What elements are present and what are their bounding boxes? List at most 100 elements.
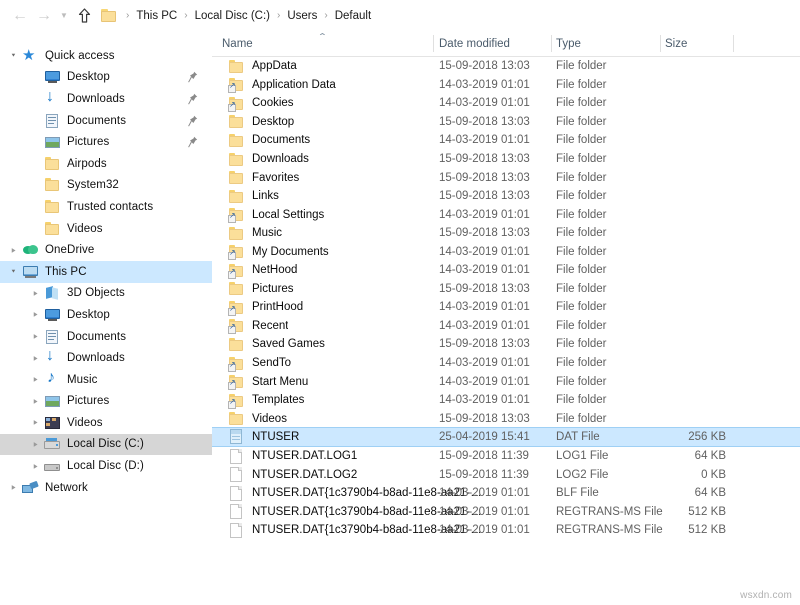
table-row[interactable]: Local Settings14-03-2019 01:01File folde… [212, 205, 800, 224]
sidebar-item-videos[interactable]: Videos [0, 218, 212, 240]
download-icon [43, 350, 62, 366]
breadcrumb-item-default[interactable]: Default [333, 9, 373, 23]
column-divider[interactable] [660, 35, 661, 52]
chevron-right-icon[interactable] [28, 355, 43, 362]
table-row[interactable]: Links15-09-2018 13:03File folder [212, 187, 800, 206]
column-divider[interactable] [551, 35, 552, 52]
sidebar-item-pictures[interactable]: Pictures [0, 131, 212, 153]
address-bar[interactable]: ›This PC›Local Disc (C:)›Users›Default [100, 5, 800, 27]
shortcut-overlay-icon [228, 215, 236, 223]
table-row[interactable]: NTUSER.DAT{1c3790b4-b8ad-11e8-aa21-…14-0… [212, 521, 800, 540]
chevron-right-icon[interactable] [28, 398, 43, 405]
arrow-up-icon[interactable] [72, 4, 96, 28]
sidebar-item-downloads[interactable]: Downloads [0, 88, 212, 110]
chevron-right-icon[interactable] [28, 419, 43, 426]
sidebar-item-trusted-contacts[interactable]: Trusted contacts [0, 196, 212, 218]
table-row[interactable]: Templates14-03-2019 01:01File folder [212, 391, 800, 410]
table-row[interactable]: NTUSER.DAT{1c3790b4-b8ad-11e8-aa21-…14-0… [212, 484, 800, 503]
table-row[interactable]: Music15-09-2018 13:03File folder [212, 224, 800, 243]
sidebar-item-documents[interactable]: Documents [0, 326, 212, 348]
table-row[interactable]: Cookies14-03-2019 01:01File folder [212, 94, 800, 113]
sidebar-item-label: Videos [67, 223, 103, 235]
sidebar-item-airpods[interactable]: Airpods [0, 153, 212, 175]
sidebar-item-system32[interactable]: System32 [0, 175, 212, 197]
chevron-down-icon[interactable] [6, 52, 21, 59]
table-row[interactable]: NTUSER.DAT.LOG115-09-2018 11:39LOG1 File… [212, 447, 800, 466]
column-header-type[interactable]: Type [556, 31, 581, 56]
sidebar-item-desktop[interactable]: Desktop [0, 304, 212, 326]
table-row[interactable]: NTUSER.DAT.LOG215-09-2018 11:39LOG2 File… [212, 465, 800, 484]
date-modified-cell: 14-03-2019 01:01 [439, 487, 530, 499]
column-header-name[interactable]: Name [222, 31, 253, 56]
table-row[interactable]: SendTo14-03-2019 01:01File folder [212, 354, 800, 373]
table-row[interactable]: Favorites15-09-2018 13:03File folder [212, 168, 800, 187]
sidebar-item-network[interactable]: Network [0, 477, 212, 499]
table-row[interactable]: My Documents14-03-2019 01:01File folder [212, 242, 800, 261]
file-name-cell: NTUSER.DAT.LOG1 [252, 450, 357, 462]
pin-icon[interactable] [188, 71, 198, 83]
sidebar-item-onedrive[interactable]: OneDrive [0, 239, 212, 261]
breadcrumb-item-users[interactable]: Users [285, 9, 319, 23]
sidebar-item-local-disc-c[interactable]: Local Disc (C:) [0, 434, 212, 456]
table-row[interactable]: Start Menu14-03-2019 01:01File folder [212, 372, 800, 391]
navigation-pane[interactable]: Quick accessDesktopDownloadsDocumentsPic… [0, 31, 212, 605]
sidebar-item-local-disc-d[interactable]: Local Disc (D:) [0, 455, 212, 477]
sidebar-item-this-pc[interactable]: This PC [0, 261, 212, 283]
file-rows-container[interactable]: AppData15-09-2018 13:03File folderApplic… [212, 57, 800, 605]
sidebar-item-quick-access[interactable]: Quick access [0, 45, 212, 67]
date-modified-cell: 15-09-2018 13:03 [439, 338, 530, 350]
chevron-right-icon[interactable] [6, 484, 21, 491]
table-row[interactable]: Saved Games15-09-2018 13:03File folder [212, 335, 800, 354]
table-row[interactable]: AppData15-09-2018 13:03File folder [212, 57, 800, 76]
column-header-label: Date modified [439, 38, 510, 50]
table-row[interactable]: Downloads15-09-2018 13:03File folder [212, 150, 800, 169]
folder-icon [229, 77, 246, 92]
table-row[interactable]: NetHood14-03-2019 01:01File folder [212, 261, 800, 280]
sidebar-item-music[interactable]: Music [0, 369, 212, 391]
chevron-down-icon[interactable]: ▼ [56, 4, 72, 28]
file-size-cell: 512 KB [612, 506, 726, 518]
column-divider[interactable] [433, 35, 434, 52]
table-row[interactable]: NTUSER.DAT{1c3790b4-b8ad-11e8-aa21-…14-0… [212, 503, 800, 522]
column-divider[interactable] [733, 35, 734, 52]
date-modified-cell: 15-09-2018 11:39 [439, 469, 529, 481]
chevron-down-icon[interactable] [6, 268, 21, 275]
sidebar-item-downloads[interactable]: Downloads [0, 347, 212, 369]
chevron-right-icon[interactable] [28, 311, 43, 318]
sidebar-item-videos[interactable]: Videos [0, 412, 212, 434]
chevron-right-icon[interactable] [28, 463, 43, 470]
table-row[interactable]: Recent14-03-2019 01:01File folder [212, 317, 800, 336]
chevron-right-icon[interactable] [28, 290, 43, 297]
chevron-right-icon[interactable] [6, 247, 21, 254]
pin-icon[interactable] [188, 136, 198, 148]
folder-icon [229, 263, 246, 278]
table-row[interactable]: Documents14-03-2019 01:01File folder [212, 131, 800, 150]
breadcrumb-item-local-disc-c[interactable]: Local Disc (C:) [193, 9, 272, 23]
chevron-right-icon[interactable] [28, 441, 43, 448]
file-name-cell: Pictures [252, 283, 294, 295]
sidebar-item-label: Pictures [67, 395, 109, 407]
sidebar-item-documents[interactable]: Documents [0, 110, 212, 132]
table-row[interactable]: Pictures15-09-2018 13:03File folder [212, 280, 800, 299]
column-header-date[interactable]: Date modified [439, 31, 510, 56]
file-name-cell: AppData [252, 60, 297, 72]
breadcrumb-item-this-pc[interactable]: This PC [134, 9, 179, 23]
table-row[interactable]: PrintHood14-03-2019 01:01File folder [212, 298, 800, 317]
table-row[interactable]: NTUSER25-04-2019 15:41DAT File256 KB [212, 427, 800, 447]
pin-icon[interactable] [188, 115, 198, 127]
sidebar-item-3d-objects[interactable]: 3D Objects [0, 283, 212, 305]
table-row[interactable]: Application Data14-03-2019 01:01File fol… [212, 76, 800, 95]
pin-icon[interactable] [188, 93, 198, 105]
forward-icon[interactable]: → [32, 4, 56, 28]
table-row[interactable]: Videos15-09-2018 13:03File folder [212, 409, 800, 428]
column-header-label: Type [556, 38, 581, 50]
chevron-right-icon[interactable] [28, 376, 43, 383]
blank-file-icon [229, 467, 246, 482]
sidebar-item-pictures[interactable]: Pictures [0, 391, 212, 413]
back-icon[interactable]: ← [8, 4, 32, 28]
chevron-right-icon[interactable] [28, 333, 43, 340]
column-header-row[interactable]: NameDate modifiedTypeSize⌃ [212, 31, 800, 57]
column-header-size[interactable]: Size [665, 31, 687, 56]
table-row[interactable]: Desktop15-09-2018 13:03File folder [212, 113, 800, 132]
sidebar-item-desktop[interactable]: Desktop [0, 67, 212, 89]
